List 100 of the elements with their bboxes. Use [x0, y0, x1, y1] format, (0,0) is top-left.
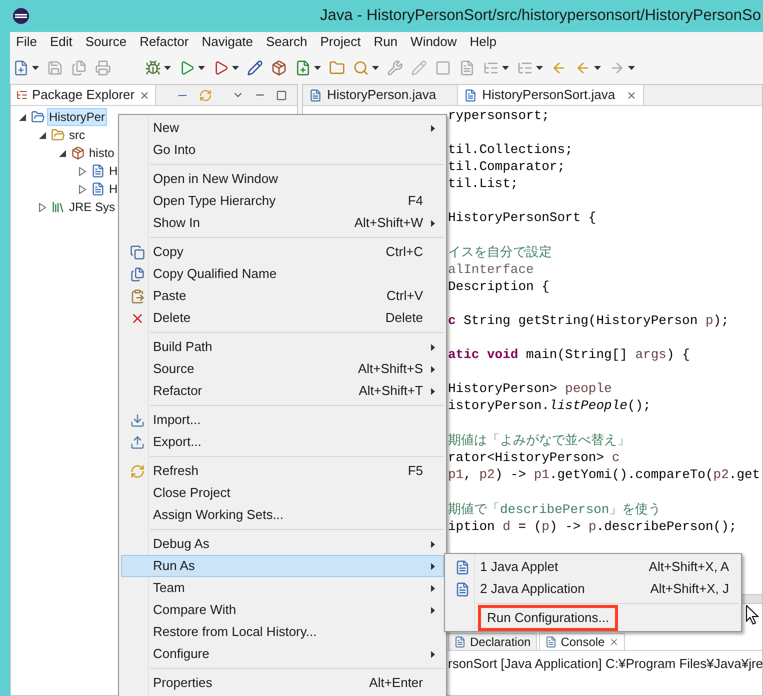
- menu-item[interactable]: Properties Alt+Enter: [121, 672, 444, 694]
- submenu-arrow-icon: [431, 124, 435, 132]
- menu-item[interactable]: Run Configurations...: [478, 605, 618, 631]
- menu-item[interactable]: Go Into: [121, 139, 444, 161]
- code-line: til.Collections;: [448, 141, 574, 158]
- code-line: atic void main(String[] args) {: [448, 346, 691, 363]
- submenu-arrow-icon: [431, 220, 435, 226]
- submenu-arrow-icon: [431, 540, 435, 548]
- caret-icon[interactable]: [32, 66, 39, 70]
- caret-icon[interactable]: [314, 66, 321, 70]
- library-icon: [51, 200, 65, 214]
- menu-item[interactable]: 2 Java Application: [478, 579, 587, 599]
- window-title: Java - HistoryPersonSort/src/historypersonsort/HistoryPersonSo: [320, 6, 762, 26]
- import-icon: [130, 412, 145, 428]
- caret-icon[interactable]: [372, 66, 379, 70]
- menu-bar-item[interactable]: File: [16, 32, 37, 52]
- close-icon[interactable]: [626, 90, 638, 100]
- collapsed-arrow-icon[interactable]: [38, 202, 46, 212]
- menu-item[interactable]: Debug As: [121, 533, 444, 555]
- copy-icon: [130, 266, 145, 282]
- menu-item[interactable]: Run As: [121, 555, 444, 577]
- package-icon[interactable]: [271, 60, 287, 76]
- code-line: rator<HistoryPerson> c: [448, 449, 621, 466]
- panel-tab[interactable]: Declaration: [448, 633, 537, 650]
- menu-item[interactable]: Restore from Local History...: [121, 621, 444, 643]
- menu-item[interactable]: Configure: [121, 643, 444, 665]
- maximize-icon[interactable]: [276, 90, 287, 100]
- tree-item[interactable]: JRE Sys: [67, 198, 118, 216]
- caret-icon[interactable]: [198, 66, 205, 70]
- menu-item[interactable]: Open Type Hierarchy F4: [121, 190, 444, 212]
- menu-item[interactable]: Team: [121, 577, 444, 599]
- submenu-arrow-icon: [431, 606, 435, 614]
- view-icon: [544, 636, 557, 648]
- caret-icon[interactable]: [502, 66, 509, 70]
- code-line: 期値は「よみがなで並べ替え」: [448, 431, 631, 449]
- menu-item[interactable]: Compare With: [121, 599, 444, 621]
- expanded-arrow-icon[interactable]: [18, 114, 26, 120]
- menu-item[interactable]: Delete Delete: [121, 307, 444, 329]
- tree-item[interactable]: H: [107, 180, 120, 198]
- code-line: alInterface: [448, 261, 535, 278]
- menu-item[interactable]: Build Path: [121, 336, 444, 358]
- menu-item[interactable]: Import...: [121, 409, 444, 431]
- menu-item[interactable]: Assign Working Sets...: [121, 504, 444, 526]
- menu-item[interactable]: Close Project: [121, 482, 444, 504]
- menu-item[interactable]: 1 Java Applet: [478, 557, 560, 577]
- menu-item[interactable]: New: [121, 117, 444, 139]
- caret-icon[interactable]: [164, 66, 171, 70]
- panel-tab[interactable]: Console: [538, 633, 625, 650]
- shortcut-text: Alt+Shift+X, J: [650, 580, 729, 598]
- app-logo-icon: [13, 8, 29, 24]
- export-icon: [130, 434, 145, 450]
- expanded-arrow-icon[interactable]: [58, 150, 66, 156]
- run-tool-icon[interactable]: [213, 60, 229, 76]
- menu-item[interactable]: Refresh F5: [121, 460, 444, 482]
- menu-bar-item[interactable]: Edit: [50, 32, 72, 52]
- submenu-arrow-icon: [431, 650, 435, 658]
- collapsed-arrow-icon[interactable]: [78, 184, 86, 194]
- menu-bar-item[interactable]: Run: [374, 32, 398, 52]
- folder-icon[interactable]: [329, 60, 345, 76]
- caret-icon[interactable]: [536, 66, 543, 70]
- bug-icon[interactable]: [145, 60, 161, 76]
- submenu-arrow-icon: [431, 584, 435, 592]
- refresh-icon: [130, 464, 145, 478]
- close-icon[interactable]: [608, 637, 619, 647]
- collapsed-arrow-icon[interactable]: [78, 166, 86, 176]
- menu-item[interactable]: Source Alt+Shift+S: [121, 358, 444, 380]
- view-tab[interactable]: Package Explorer: [11, 85, 156, 105]
- new-file-icon[interactable]: [13, 60, 29, 76]
- caret-icon[interactable]: [628, 66, 635, 70]
- menu-item[interactable]: Paste Ctrl+V: [121, 285, 444, 307]
- menu-item[interactable]: Show In Alt+Shift+W: [121, 212, 444, 234]
- tree-item[interactable]: HistoryPer: [47, 108, 108, 126]
- tree-item[interactable]: histo: [87, 144, 116, 162]
- close-icon[interactable]: [138, 90, 150, 100]
- menu-item[interactable]: Open in New Window: [121, 168, 444, 190]
- menu-bar-item[interactable]: Help: [470, 32, 497, 52]
- expanded-arrow-icon[interactable]: [38, 132, 46, 138]
- editor-tab[interactable]: HistoryPersonSort.java: [458, 85, 644, 105]
- pencil-icon[interactable]: [247, 60, 263, 76]
- menu-item[interactable]: Copy Qualified Name: [121, 263, 444, 285]
- new-class-icon[interactable]: [295, 60, 311, 76]
- menu-item[interactable]: Copy Ctrl+C: [121, 241, 444, 263]
- menu-bar-item[interactable]: Search: [266, 32, 308, 52]
- tree-item[interactable]: src: [67, 126, 87, 144]
- submenu-arrow-icon: [431, 344, 435, 350]
- tree-item[interactable]: H: [107, 162, 120, 180]
- package-icon: [71, 146, 85, 160]
- copy-icon: [130, 244, 145, 260]
- caret-icon[interactable]: [232, 66, 239, 70]
- console-text: rsonSort [Java Application] C:¥Program Files¥Java¥jre: [448, 656, 763, 671]
- menu-item[interactable]: Export...: [121, 431, 444, 453]
- menu-bar-item[interactable]: Project: [320, 32, 361, 52]
- menu-bar-item[interactable]: Navigate: [202, 32, 254, 52]
- menu-bar-item[interactable]: Refactor: [140, 32, 189, 52]
- menu-bar-item[interactable]: Source: [85, 32, 127, 52]
- code-line: rypersonsort;: [448, 107, 550, 124]
- code-line: Description {: [448, 278, 550, 295]
- caret-icon[interactable]: [594, 66, 601, 70]
- menu-bar-item[interactable]: Window: [410, 32, 457, 52]
- menu-item[interactable]: Refactor Alt+Shift+T: [121, 380, 444, 402]
